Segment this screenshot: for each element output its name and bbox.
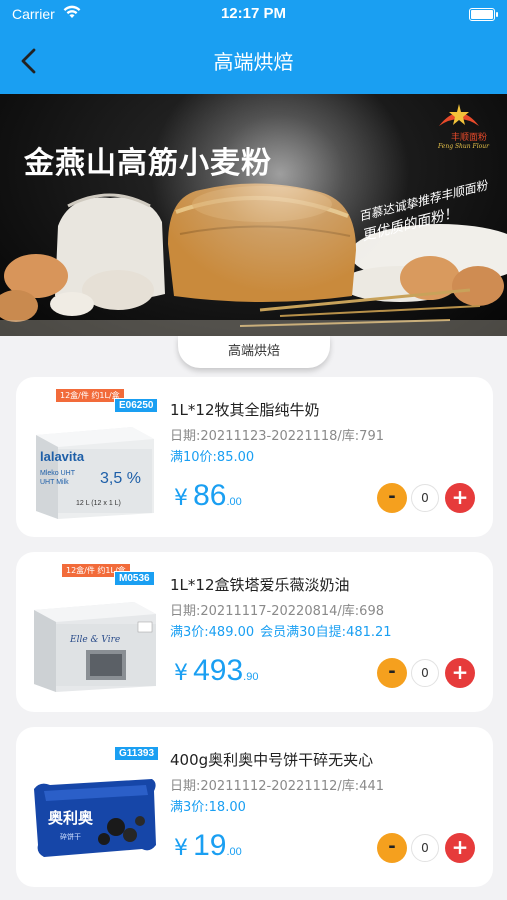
box-volume-label: 12 L (12 x 1 L) bbox=[76, 500, 121, 507]
bulk-price-text: 满3价:489.00 bbox=[170, 625, 255, 640]
plus-button[interactable]: + bbox=[445, 483, 475, 513]
quantity-value[interactable]: 0 bbox=[411, 659, 439, 687]
minus-button[interactable]: - bbox=[377, 483, 407, 513]
product-card[interactable]: 奥利奥 碎饼干 G11393 400g奥利奥中号饼干碎无夹心 日期:202111… bbox=[16, 727, 493, 887]
product-name[interactable]: 1L*12盒铁塔爱乐薇淡奶油 bbox=[170, 574, 350, 595]
price-integer: 86 bbox=[193, 479, 227, 512]
plus-button[interactable]: + bbox=[445, 658, 475, 688]
tab-high-end-baking[interactable]: 高端烘焙 bbox=[178, 336, 330, 368]
promo-banner[interactable]: 金燕山高筋小麦粉 丰顺面粉 Feng Shun Flour 百慕达诚挚推荐丰顺面… bbox=[0, 94, 507, 336]
brand-logo bbox=[439, 104, 479, 126]
plus-button[interactable]: + bbox=[445, 833, 475, 863]
battery-icon bbox=[469, 8, 498, 21]
product-meta: 日期:20211117-20220814/库:698 bbox=[170, 604, 384, 619]
box-fat-label: 3,5 % bbox=[100, 470, 141, 487]
currency-symbol: ¥ bbox=[174, 661, 188, 686]
quantity-stepper: - 0 + bbox=[377, 483, 475, 515]
page-title: 高端烘焙 bbox=[213, 50, 294, 74]
category-tab-bar: 高端烘焙 bbox=[0, 336, 507, 376]
currency-symbol: ¥ bbox=[174, 486, 188, 511]
product-code-badge: E06250 bbox=[114, 398, 159, 413]
member-price-text: 会员满30自提:481.21 bbox=[260, 625, 392, 640]
box-line2: UHT Milk bbox=[40, 479, 69, 486]
product-card[interactable]: lalavita Mleko UHT UHT Milk 3,5 % 12 L (… bbox=[16, 377, 493, 537]
product-price: ¥ 493.90 bbox=[174, 654, 258, 688]
currency-symbol: ¥ bbox=[174, 836, 188, 861]
box-sub-label: 碎饼干 bbox=[60, 832, 81, 841]
product-price: ¥ 19.00 bbox=[174, 829, 242, 863]
product-promo: 满3价:489.00 会员满30自提:481.21 bbox=[170, 621, 392, 640]
product-name[interactable]: 400g奥利奥中号饼干碎无夹心 bbox=[170, 749, 373, 770]
price-integer: 19 bbox=[193, 829, 227, 862]
box-brand-label: 奥利奥 bbox=[48, 809, 94, 827]
status-time: 12:17 PM bbox=[220, 5, 287, 22]
product-card[interactable]: Elle & Vire 12盒/件 约1L/盒 M0536 1L*12盒铁塔爱乐… bbox=[16, 552, 493, 712]
flour-dust-decoration bbox=[150, 94, 410, 294]
price-integer: 493 bbox=[193, 654, 244, 687]
quantity-stepper: - 0 + bbox=[377, 833, 475, 865]
brand-logo-en: Feng Shun Flour bbox=[437, 143, 489, 150]
product-price: ¥ 86.00 bbox=[174, 479, 242, 513]
box-line1: Mleko UHT bbox=[40, 470, 76, 477]
minus-button[interactable]: - bbox=[377, 658, 407, 688]
product-promo: 满10价:85.00 bbox=[170, 446, 254, 465]
quantity-value[interactable]: 0 bbox=[411, 484, 439, 512]
price-decimal: .00 bbox=[226, 496, 242, 508]
quantity-value[interactable]: 0 bbox=[411, 834, 439, 862]
quantity-stepper: - 0 + bbox=[377, 658, 475, 690]
navigation-bar: 高端烘焙 bbox=[0, 30, 507, 94]
product-code-badge: G11393 bbox=[114, 746, 160, 761]
price-decimal: .90 bbox=[243, 671, 259, 683]
minus-button[interactable]: - bbox=[377, 833, 407, 863]
product-meta: 日期:20211123-20221118/库:791 bbox=[170, 429, 384, 444]
brand-logo-text: 丰顺面粉 bbox=[450, 133, 487, 143]
box-brand-label: Elle & Vire bbox=[69, 635, 120, 645]
bulk-price-text: 满3价:18.00 bbox=[170, 800, 246, 815]
product-meta: 日期:20211112-20221112/库:441 bbox=[170, 779, 384, 794]
product-promo: 满3价:18.00 bbox=[170, 796, 246, 815]
bulk-price-text: 满10价:85.00 bbox=[170, 450, 255, 465]
banner-headline: 金燕山高筋小麦粉 bbox=[24, 146, 272, 181]
box-brand-label: lalavita bbox=[40, 449, 85, 464]
price-decimal: .00 bbox=[226, 846, 242, 858]
status-bar: Carrier 12:17 PM bbox=[0, 0, 507, 30]
product-name[interactable]: 1L*12牧其全脂纯牛奶 bbox=[170, 399, 320, 420]
product-code-badge: M0536 bbox=[114, 571, 155, 586]
